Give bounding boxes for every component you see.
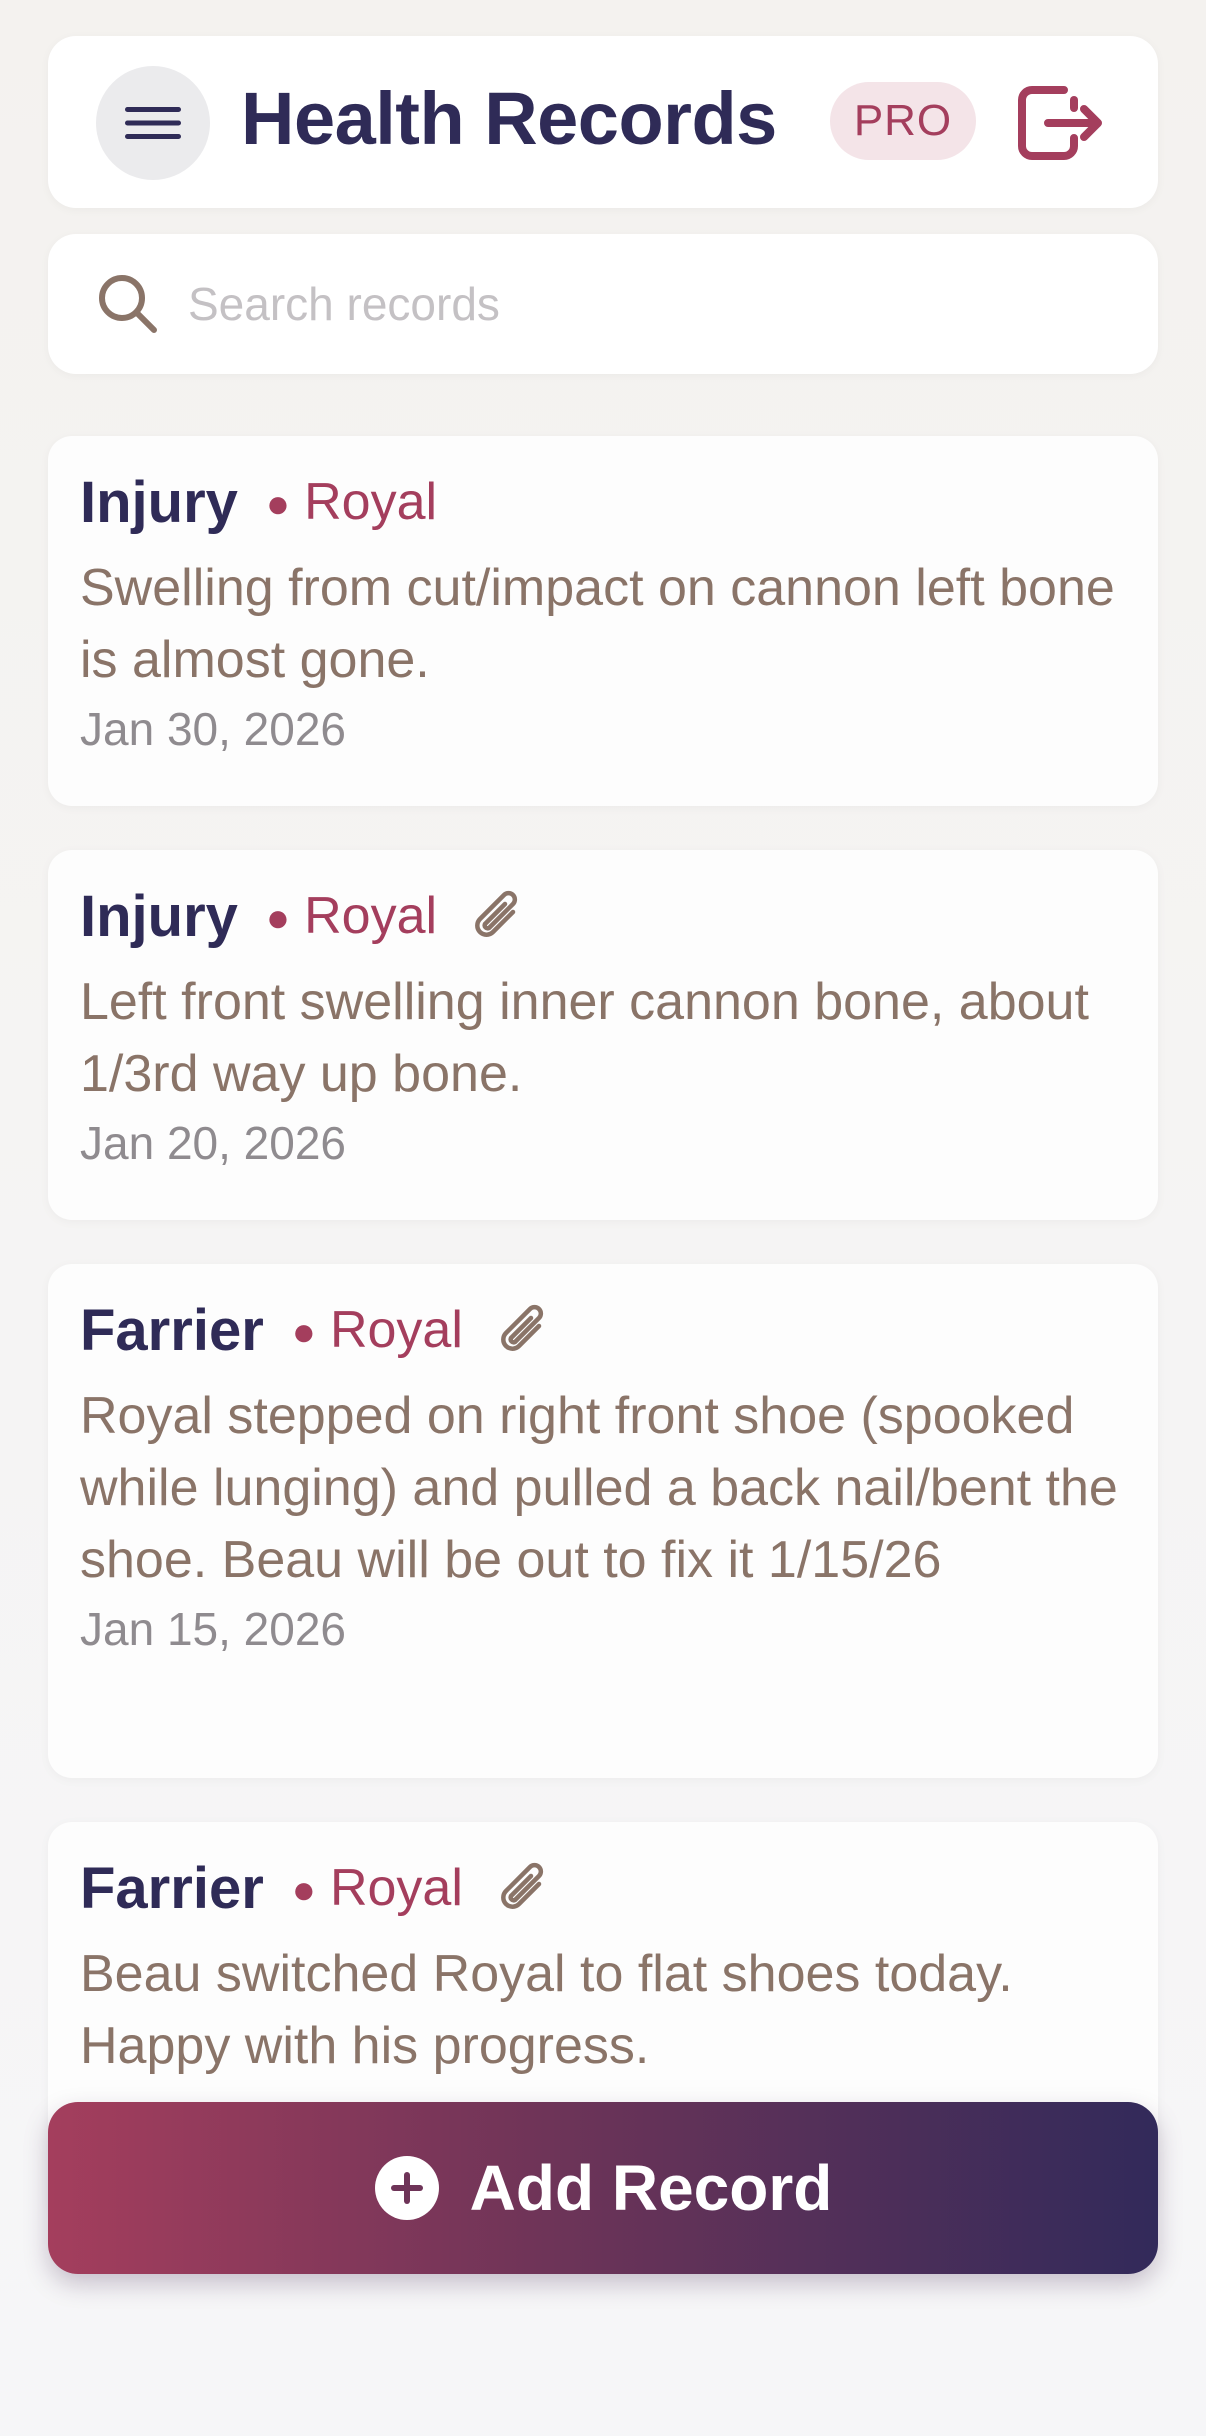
record-horse: Royal — [304, 473, 438, 531]
logout-icon — [1018, 86, 1102, 160]
record-description: Left front swelling inner cannon bone, a… — [80, 973, 1089, 1103]
search-bar[interactable] — [48, 234, 1158, 374]
separator-dot: ● — [291, 1867, 316, 1912]
add-record-label: Add Record — [469, 2152, 833, 2224]
record-horse: Royal — [329, 1301, 463, 1359]
separator-dot: ● — [291, 1309, 316, 1354]
pro-badge: PRO — [830, 82, 976, 160]
record-description: Swelling from cut/impact on cannon left … — [80, 559, 1115, 689]
paperclip-icon — [500, 1304, 543, 1351]
paperclip-icon — [475, 890, 518, 937]
record-type: Injury — [80, 469, 238, 535]
separator-dot: ● — [265, 481, 291, 526]
menu-button[interactable] — [96, 66, 210, 180]
page-title: Health Records — [241, 77, 777, 160]
record-date: Jan 30, 2026 — [80, 703, 347, 755]
hamburger-menu-icon — [125, 107, 181, 139]
app-header: Health Records PRO — [48, 36, 1158, 208]
separator-dot: ● — [265, 895, 291, 940]
record-date: Jan 20, 2026 — [80, 1117, 347, 1169]
record-type: Farrier — [80, 1297, 264, 1363]
logout-button[interactable] — [1014, 82, 1104, 164]
record-description: Royal stepped on right front shoe (spook… — [80, 1387, 1118, 1589]
record-horse: Royal — [304, 887, 438, 945]
search-icon — [99, 275, 157, 333]
record-horse: Royal — [329, 1859, 463, 1917]
record-type: Farrier — [80, 1855, 264, 1921]
record-type: Injury — [80, 883, 238, 949]
record-card[interactable]: Farrier ● Royal Royal stepped on right f… — [48, 1264, 1158, 1778]
add-record-button[interactable]: Add Record — [48, 2102, 1158, 2274]
search-input[interactable] — [188, 264, 1118, 344]
plus-circle-icon — [374, 2156, 439, 2220]
record-card[interactable]: Injury ● Royal Swelling from cut/impact … — [48, 436, 1158, 806]
record-description: Beau switched Royal to flat shoes today.… — [80, 1945, 1013, 2075]
record-card[interactable]: Injury ● Royal Left front swelling inner… — [48, 850, 1158, 1220]
paperclip-icon — [500, 1862, 543, 1909]
record-date: Jan 15, 2026 — [80, 1603, 347, 1655]
